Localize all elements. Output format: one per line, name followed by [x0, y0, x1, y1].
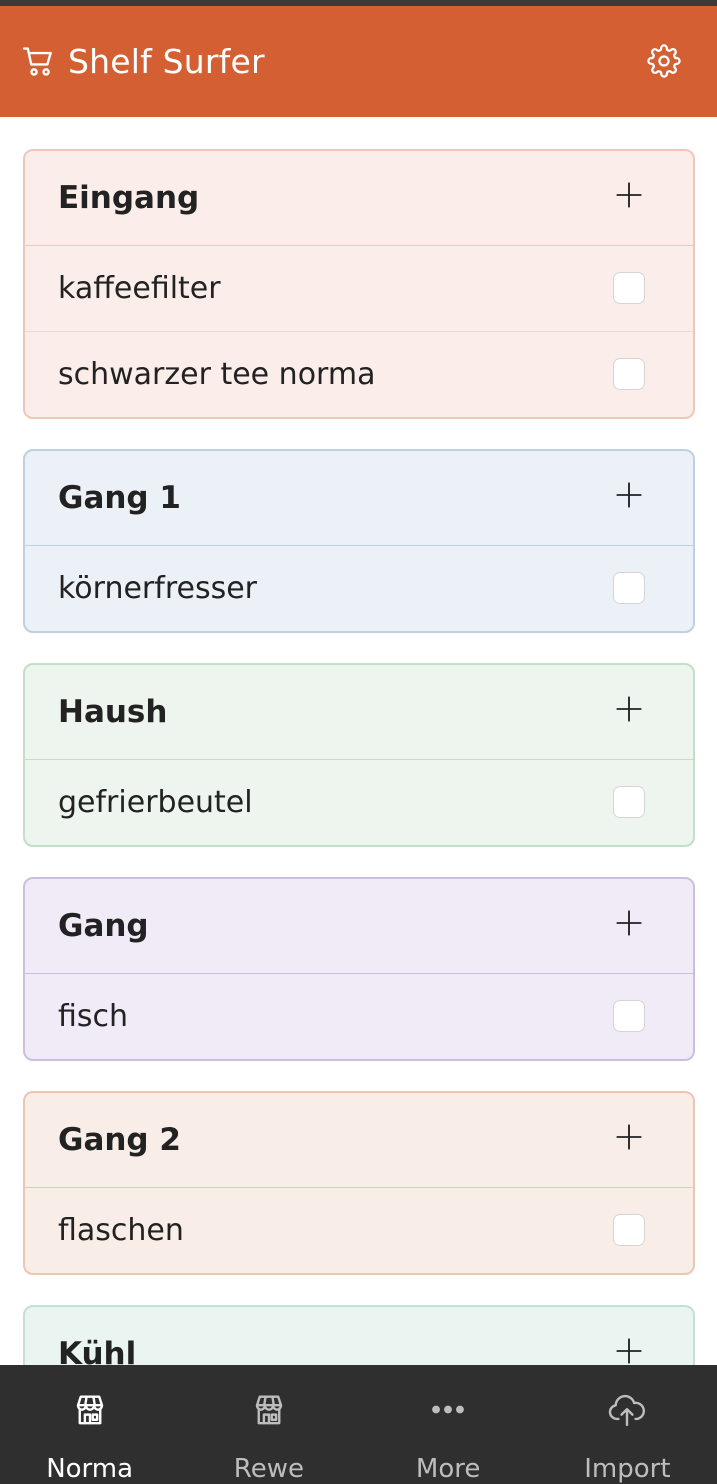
add-item-icon[interactable]	[615, 1123, 643, 1151]
section-title: Kühl	[58, 1336, 137, 1365]
list-item: kaffeefilter	[25, 245, 693, 331]
aisle-list[interactable]: Eingang kaffeefilter schwarzer tee norma Ga…	[0, 117, 717, 1365]
add-item-icon[interactable]	[615, 481, 643, 509]
section-header: Gang	[25, 879, 693, 973]
nav-item-more[interactable]: More	[359, 1365, 538, 1484]
add-item-icon[interactable]	[615, 1337, 643, 1365]
section-card: Gang fisch	[23, 877, 695, 1061]
item-checkbox[interactable]	[613, 1000, 645, 1032]
item-label: flaschen	[58, 1213, 184, 1248]
item-checkbox[interactable]	[613, 786, 645, 818]
cart-icon	[22, 46, 52, 76]
store-icon	[76, 1395, 103, 1425]
section-header: Haush	[25, 665, 693, 759]
item-label: schwarzer tee norma	[58, 357, 376, 392]
section-header: Gang 2	[25, 1093, 693, 1187]
nav-item-norma[interactable]: Norma	[0, 1365, 179, 1484]
list-item: körnerfresser	[25, 545, 693, 631]
nav-label: Rewe	[233, 1454, 304, 1484]
add-item-icon[interactable]	[615, 909, 643, 937]
item-checkbox[interactable]	[613, 358, 645, 390]
item-checkbox[interactable]	[613, 572, 645, 604]
section-title: Gang 1	[58, 480, 181, 516]
add-item-icon[interactable]	[615, 181, 643, 209]
section-header: Eingang	[25, 151, 693, 245]
section-card: Haush gefrierbeutel	[23, 663, 695, 847]
app-title: Shelf Surfer	[68, 42, 265, 81]
section-card: Gang 1 körnerfresser	[23, 449, 695, 633]
section-title: Gang	[58, 908, 149, 944]
section-header: Kühl	[25, 1307, 693, 1365]
item-checkbox[interactable]	[613, 1214, 645, 1246]
bottom-navigation: Norma Rewe More Import	[0, 1365, 717, 1484]
gear-icon[interactable]	[647, 44, 681, 78]
section-title: Gang 2	[58, 1122, 181, 1158]
nav-item-import[interactable]: Import	[538, 1365, 717, 1484]
nav-label: Import	[584, 1454, 671, 1484]
more-icon	[432, 1405, 465, 1414]
app-header: Shelf Surfer	[0, 6, 717, 117]
list-item: gefrierbeutel	[25, 759, 693, 845]
item-label: fisch	[58, 999, 129, 1034]
section-header: Gang 1	[25, 451, 693, 545]
list-item: schwarzer tee norma	[25, 331, 693, 417]
item-label: kaffeefilter	[58, 271, 221, 306]
cloud-upload-icon	[609, 1394, 646, 1427]
section-title: Eingang	[58, 180, 200, 216]
section-title: Haush	[58, 694, 168, 730]
nav-item-rewe[interactable]: Rewe	[179, 1365, 358, 1484]
nav-label: More	[415, 1454, 481, 1484]
store-icon	[255, 1395, 283, 1425]
item-checkbox[interactable]	[613, 272, 645, 304]
list-item: flaschen	[25, 1187, 693, 1273]
list-item: fisch	[25, 973, 693, 1059]
section-card: Gang 2 flaschen	[23, 1091, 695, 1275]
nav-label: Norma	[46, 1454, 134, 1484]
add-item-icon[interactable]	[615, 695, 643, 723]
section-card: Eingang kaffeefilter schwarzer tee norma	[23, 149, 695, 419]
item-label: gefrierbeutel	[58, 785, 253, 820]
item-label: körnerfresser	[58, 571, 258, 606]
section-card: Kühl	[23, 1305, 695, 1365]
